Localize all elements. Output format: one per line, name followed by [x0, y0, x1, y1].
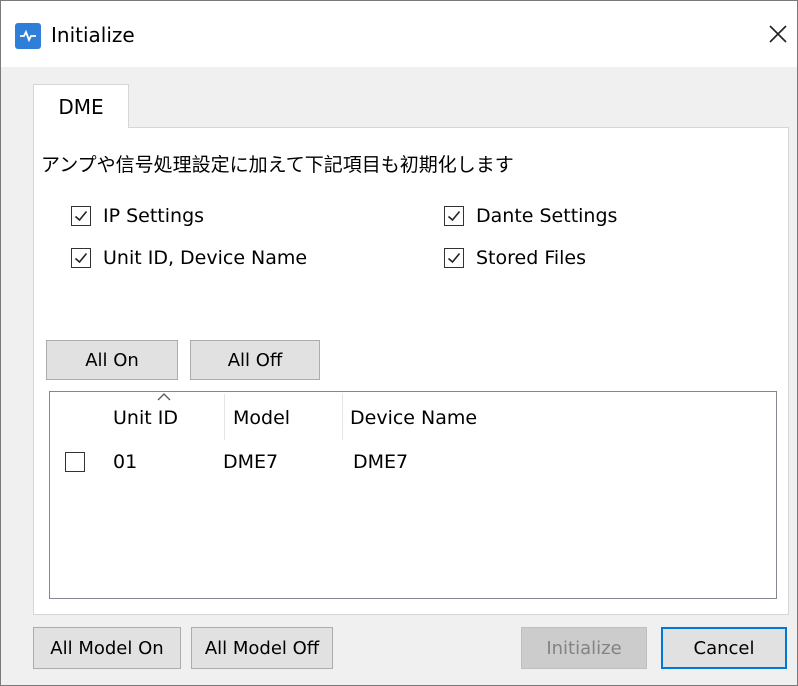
column-header-model[interactable]: Model [233, 404, 290, 432]
close-icon [769, 25, 787, 43]
unit-list: Unit ID Model Device Name 01 DME7 DME7 [49, 391, 777, 599]
row-checkbox[interactable] [65, 452, 85, 472]
checkmark-icon [447, 210, 461, 222]
checkbox-box [71, 248, 91, 268]
title-bar: Initialize [1, 1, 797, 67]
cell-model: DME7 [223, 451, 279, 473]
checkmark-icon [74, 210, 88, 222]
column-header-unit-id[interactable]: Unit ID [113, 404, 178, 432]
app-icon [15, 23, 41, 49]
stored-files-checkbox[interactable]: Stored Files [444, 246, 586, 270]
ip-settings-checkbox[interactable]: IP Settings [71, 204, 204, 228]
initialize-button[interactable]: Initialize [521, 627, 647, 669]
close-button[interactable] [759, 15, 797, 53]
cell-device-name: DME7 [353, 451, 409, 473]
checkmark-icon [74, 252, 88, 264]
checkbox-label: IP Settings [103, 205, 205, 227]
column-divider [224, 394, 225, 440]
checkbox-box [444, 206, 464, 226]
cell-unit-id: 01 [113, 451, 138, 473]
description-text: アンプや信号処理設定に加えて下記項目も初期化します [41, 154, 514, 176]
column-divider [342, 394, 343, 440]
sort-ascending-icon [157, 393, 171, 401]
unit-id-device-name-checkbox[interactable]: Unit ID, Device Name [71, 246, 307, 270]
checkbox-label: Dante Settings [476, 205, 618, 227]
window-title: Initialize [51, 23, 135, 47]
all-model-on-button[interactable]: All Model On [33, 627, 181, 669]
checkmark-icon [447, 252, 461, 264]
column-header-device-name[interactable]: Device Name [350, 404, 477, 432]
checkbox-box [71, 206, 91, 226]
checkbox-box [444, 248, 464, 268]
dante-settings-checkbox[interactable]: Dante Settings [444, 204, 617, 228]
tab-dme[interactable]: DME [33, 84, 129, 128]
all-model-off-button[interactable]: All Model Off [191, 627, 333, 669]
checkbox-label: Unit ID, Device Name [103, 247, 308, 269]
initialize-dialog: Initialize DME アンプや信号処理設定に加えて下記項目も初期化します… [0, 0, 798, 686]
all-off-button[interactable]: All Off [190, 340, 320, 380]
cancel-button[interactable]: Cancel [661, 627, 787, 669]
all-on-button[interactable]: All On [46, 340, 178, 380]
checkbox-label: Stored Files [476, 247, 587, 269]
